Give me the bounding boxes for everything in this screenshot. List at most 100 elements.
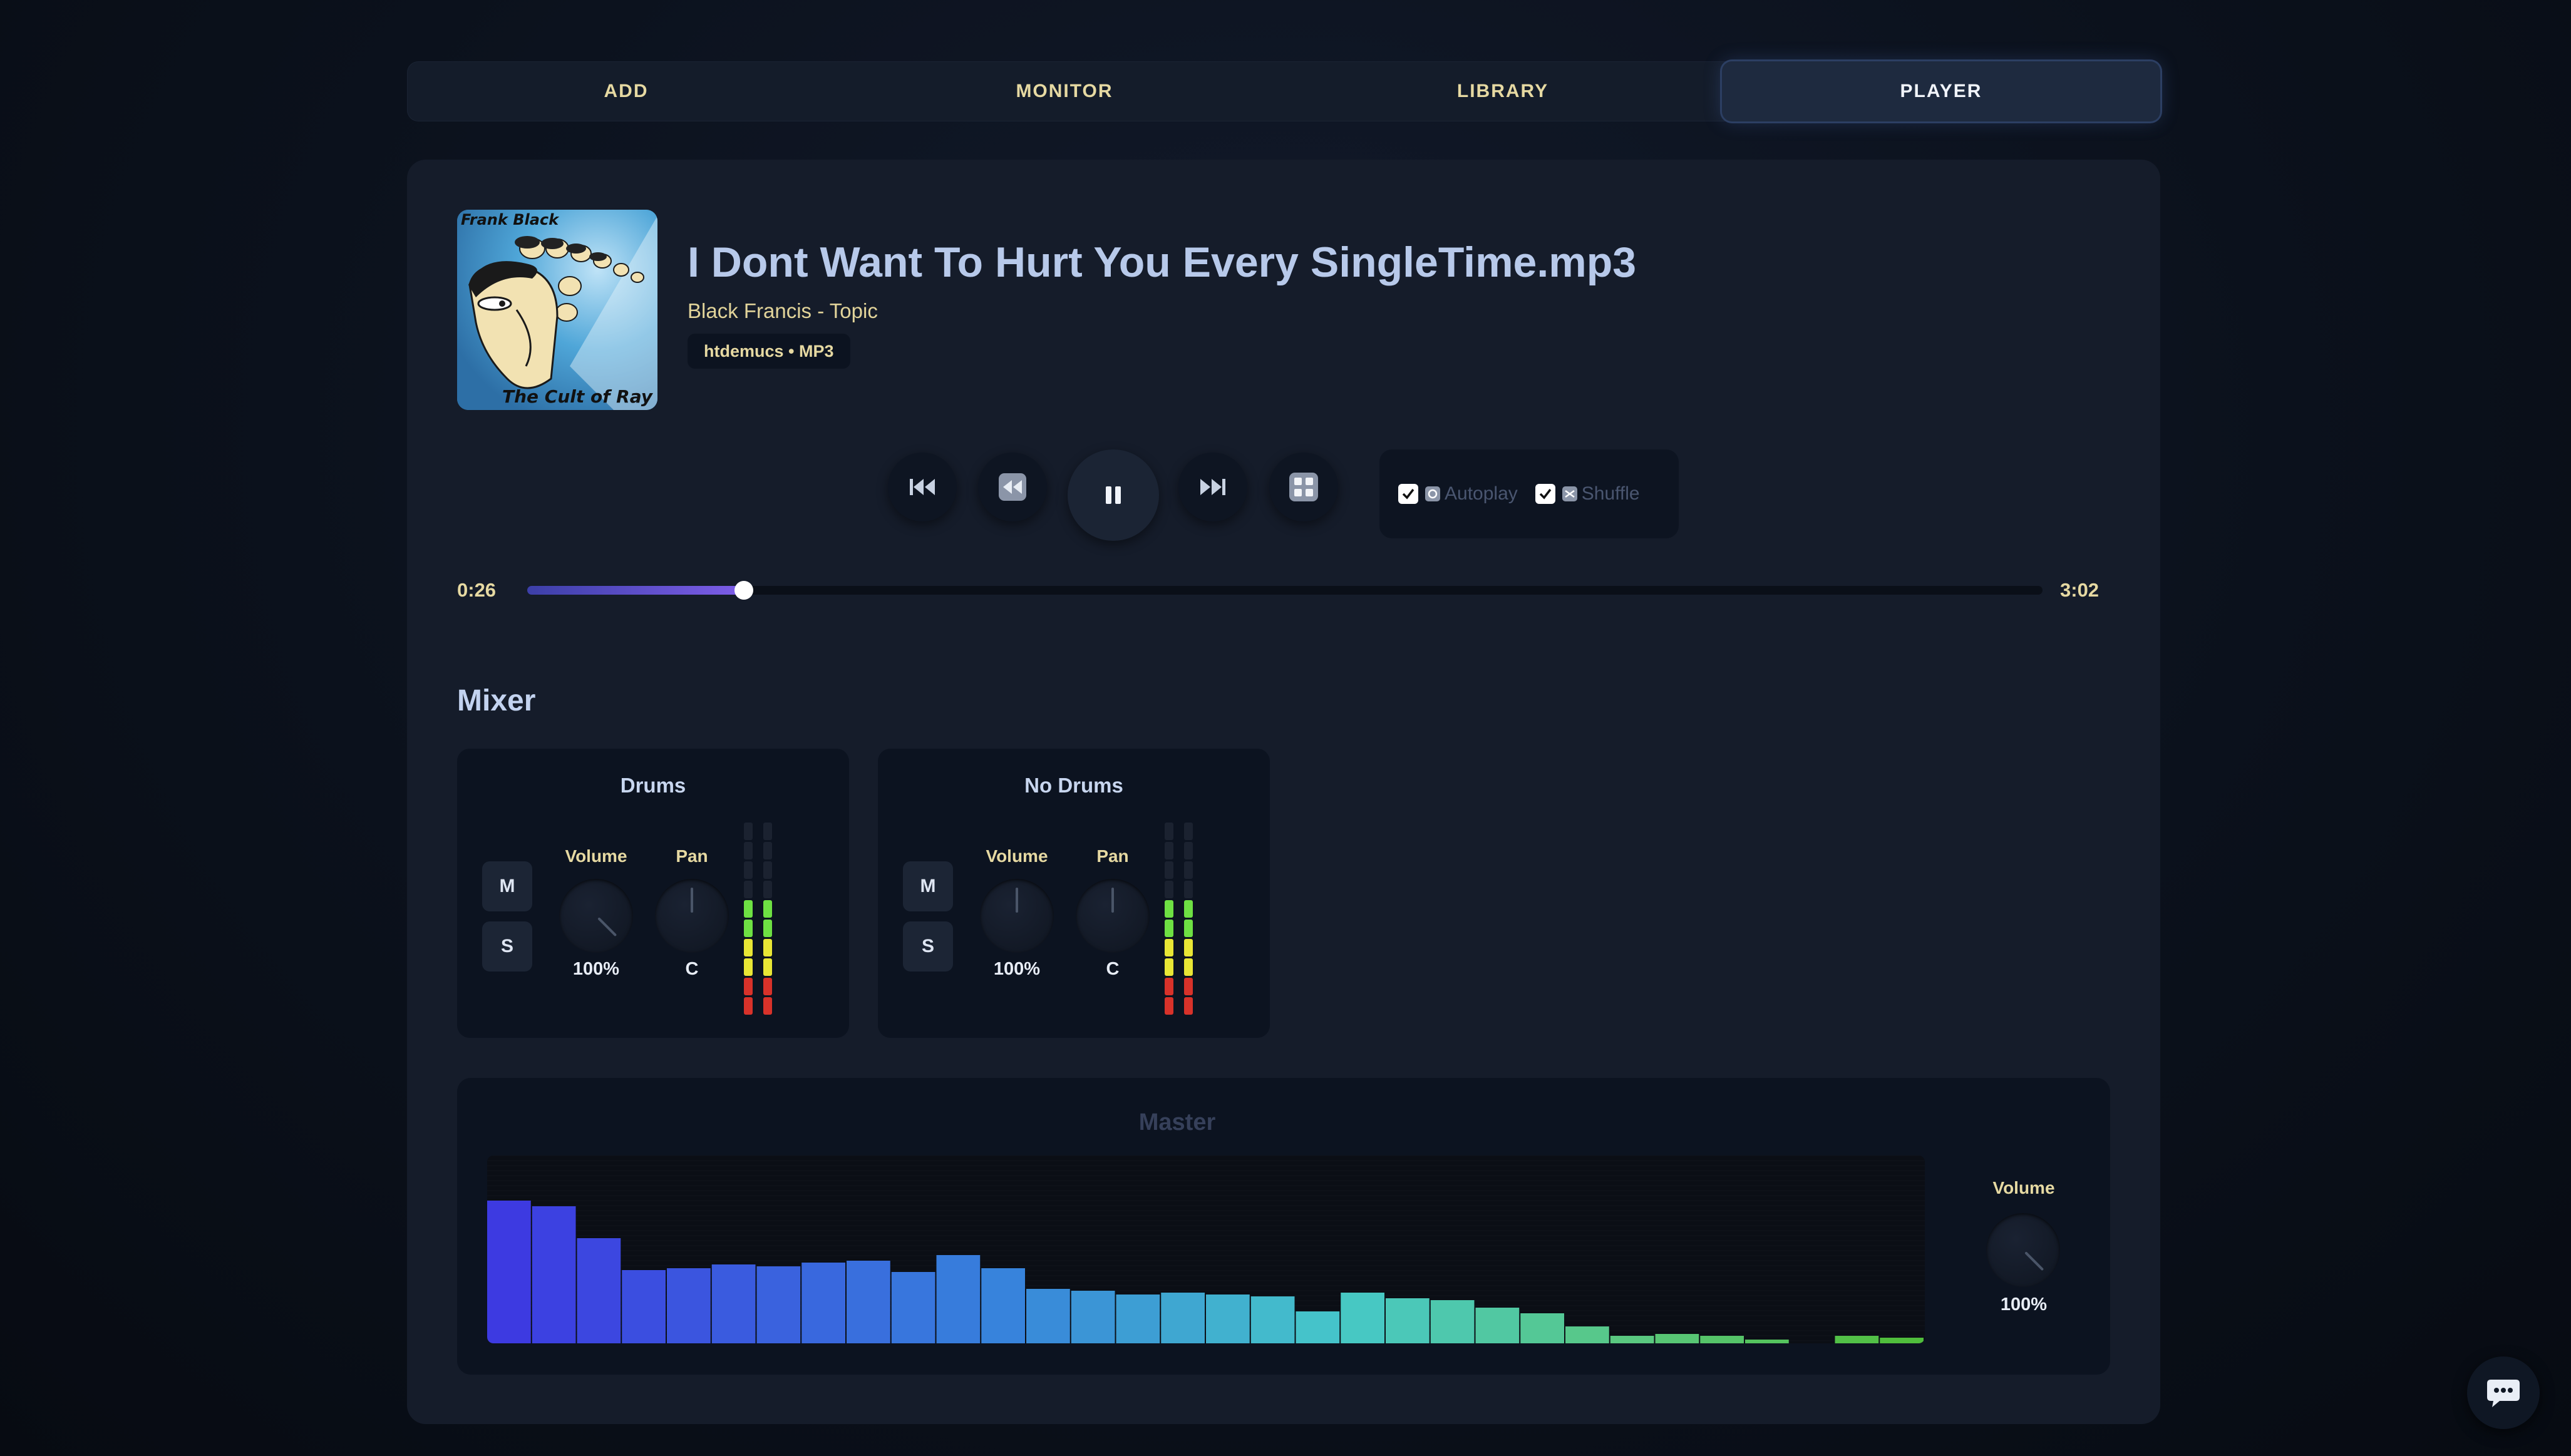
meter-segment — [1165, 978, 1173, 995]
tab-library[interactable]: LIBRARY — [1284, 61, 1722, 121]
meter-segment — [744, 997, 753, 1015]
master-volume-knob[interactable] — [1986, 1213, 2060, 1287]
meter-segment — [763, 939, 772, 956]
chat-button[interactable] — [2467, 1356, 2540, 1429]
autoplay-checkbox[interactable] — [1398, 484, 1418, 504]
meter-segment — [1165, 842, 1173, 859]
main-tabs: ADD MONITOR LIBRARY PLAYER — [407, 61, 2160, 121]
spectrum-analyzer — [487, 1156, 1925, 1343]
spectrum-bar — [1835, 1336, 1879, 1343]
meter-segment — [744, 823, 753, 840]
meter-segment — [744, 842, 753, 859]
knob-indicator — [1111, 888, 1114, 913]
album-art: Frank Black The Cult of Ray — [457, 210, 657, 410]
knob-indicator — [1016, 888, 1018, 913]
spectrum-bar — [936, 1255, 981, 1343]
spectrum-bar — [1250, 1296, 1295, 1343]
tab-add[interactable]: ADD — [407, 61, 845, 121]
checkmark-icon — [1402, 488, 1414, 500]
channel-name: No Drums — [1024, 774, 1123, 797]
meter-segment — [1165, 823, 1173, 840]
solo-button[interactable]: S — [903, 921, 953, 972]
meter-segment — [1184, 842, 1193, 859]
meter-segment — [763, 861, 772, 879]
pause-icon — [1106, 486, 1121, 504]
pan-value: C — [685, 959, 699, 979]
volume-value: 100% — [993, 959, 1041, 979]
meter-segment — [763, 920, 772, 937]
meter-segment — [1165, 900, 1173, 918]
spectrum-bar — [801, 1263, 845, 1343]
channel-strip-no-drums: No Drums M S Volume 100% Pan C — [878, 749, 1270, 1038]
pause-button[interactable] — [1068, 449, 1159, 541]
spectrum-bar — [1610, 1336, 1654, 1343]
repeat-icon — [1425, 486, 1440, 501]
meter-segment — [1184, 997, 1193, 1015]
spectrum-bar — [1341, 1293, 1384, 1343]
spectrum-bar — [981, 1268, 1025, 1343]
skip-next-icon — [1200, 479, 1225, 495]
meter-segment — [1165, 920, 1173, 937]
chat-bubble-icon — [2487, 1380, 2520, 1407]
spectrum-bar — [1116, 1295, 1160, 1343]
meter-segment — [763, 997, 772, 1015]
seek-thumb[interactable] — [734, 581, 754, 600]
skip-previous-icon — [910, 479, 935, 495]
meter-segment — [1184, 861, 1193, 879]
spectrum-bar — [667, 1268, 711, 1343]
pan-knob[interactable] — [1076, 879, 1150, 953]
grid-icon — [1289, 473, 1318, 501]
spectrum-bar — [847, 1261, 890, 1343]
shuffle-checkbox[interactable] — [1535, 484, 1555, 504]
rewind-button[interactable] — [978, 453, 1047, 521]
meter-segment — [1184, 958, 1193, 976]
volume-knob[interactable] — [559, 879, 633, 953]
meter-segment — [1165, 861, 1173, 879]
volume-label: Volume — [565, 846, 627, 866]
meter-segment — [763, 958, 772, 976]
spectrum-bar — [1655, 1334, 1699, 1343]
autoplay-label: Autoplay — [1445, 483, 1518, 504]
master-title: Master — [1138, 1109, 1216, 1136]
meter-segment — [1184, 900, 1193, 918]
tab-monitor[interactable]: MONITOR — [845, 61, 1284, 121]
solo-button[interactable]: S — [482, 921, 532, 972]
seek-bar[interactable] — [527, 581, 2043, 600]
level-meter-no-drums-right — [1184, 823, 1193, 1015]
spectrum-bar — [1430, 1300, 1475, 1343]
elapsed-time: 0:26 — [457, 579, 497, 601]
rewind-icon — [999, 473, 1026, 501]
level-meter-drums-left — [744, 823, 753, 1015]
level-meter-no-drums-left — [1165, 823, 1173, 1015]
meter-segment — [763, 900, 772, 918]
meter-segment — [1184, 920, 1193, 937]
meter-segment — [763, 842, 772, 859]
spectrum-bar — [532, 1206, 576, 1343]
mute-button[interactable]: M — [903, 861, 953, 911]
shuffle-icon — [1562, 486, 1577, 501]
knob-indicator — [691, 888, 693, 913]
meter-segment — [763, 881, 772, 898]
meter-segment — [744, 861, 753, 879]
spectrum-bar — [577, 1238, 621, 1343]
tab-player[interactable]: PLAYER — [1722, 61, 2160, 121]
previous-button[interactable] — [888, 453, 957, 521]
next-button[interactable] — [1178, 453, 1247, 521]
spectrum-graph — [487, 1156, 1925, 1343]
spectrum-bar — [711, 1264, 756, 1343]
meter-segment — [763, 823, 772, 840]
mute-button[interactable]: M — [482, 861, 532, 911]
spectrum-bar — [487, 1201, 531, 1343]
meter-segment — [744, 939, 753, 956]
pan-label: Pan — [1096, 846, 1129, 866]
spectrum-bar — [1206, 1295, 1250, 1343]
meter-segment — [1184, 939, 1193, 956]
knob-indicator — [2024, 1251, 2044, 1271]
meter-segment — [1184, 978, 1193, 995]
channel-strip-drums: Drums M S Volume 100% Pan C — [457, 749, 849, 1038]
meter-segment — [763, 978, 772, 995]
stems-grid-button[interactable] — [1269, 453, 1338, 521]
volume-knob[interactable] — [980, 879, 1054, 953]
spectrum-bar — [1296, 1311, 1340, 1343]
pan-knob[interactable] — [655, 879, 729, 953]
